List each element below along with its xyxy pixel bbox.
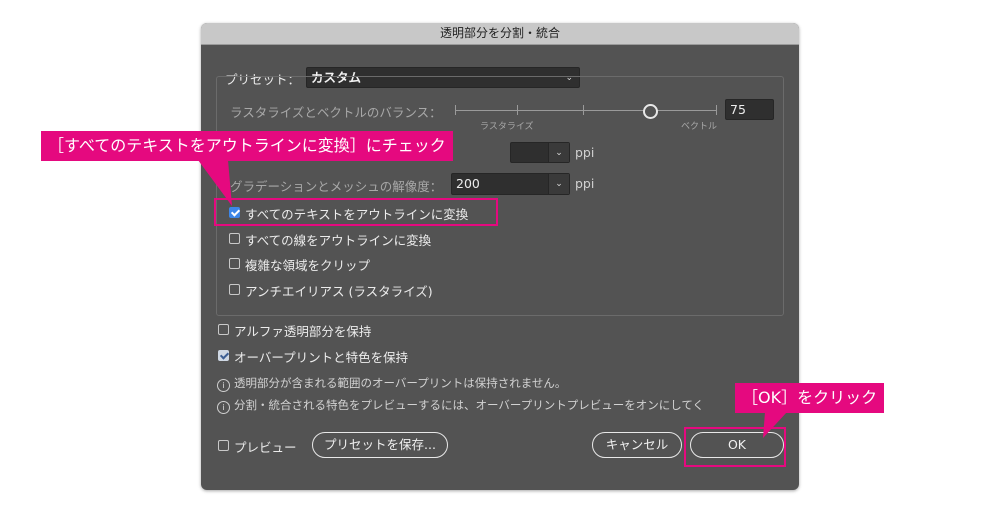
antialias-checkbox[interactable] — [229, 284, 240, 295]
gradient-resolution-value: 200 — [456, 176, 480, 191]
callout-ok: ［OK］をクリック — [735, 383, 885, 413]
callout-outline-text: ［すべてのテキストをアウトラインに変換］にチェック — [41, 131, 453, 161]
highlight-ok-button — [684, 427, 786, 467]
chevron-down-icon: ⌄ — [548, 174, 569, 194]
gradient-resolution-select[interactable]: 200 ⌄ — [451, 173, 570, 195]
chevron-down-icon: ⌄ — [548, 143, 569, 162]
antialias-label: アンチエイリアス (ラスタライズ) — [245, 284, 433, 299]
preview-checkbox[interactable] — [218, 440, 229, 451]
balance-value-input[interactable]: 75 — [725, 99, 774, 120]
preview-label: プレビュー — [234, 440, 297, 455]
slider-tick — [716, 105, 717, 115]
text-resolution-select[interactable]: ⌄ — [510, 142, 570, 163]
balance-value: 75 — [730, 102, 746, 117]
outline-strokes-checkbox[interactable] — [229, 233, 240, 244]
clip-complex-checkbox[interactable] — [229, 258, 240, 269]
cancel-button[interactable]: キャンセル — [592, 432, 682, 458]
slider-tick — [455, 105, 456, 115]
info-text-2: 分割・統合される特色をプレビューするには、オーバープリントプレビューをオンにして… — [234, 398, 704, 412]
balance-slider-thumb[interactable] — [643, 104, 658, 119]
balance-label: ラスタライズとベクトルのバランス： — [230, 105, 442, 120]
slider-tick — [583, 105, 584, 115]
balance-right-label: ベクトル — [681, 122, 718, 132]
preserve-alpha-checkbox[interactable] — [218, 324, 229, 335]
save-preset-button[interactable]: プリセットを保存... — [312, 432, 448, 458]
text-resolution-unit: ppi — [575, 145, 595, 160]
preserve-alpha-label: アルファ透明部分を保持 — [234, 324, 372, 339]
info-icon: i — [217, 379, 230, 392]
balance-left-label: ラスタライズ — [480, 122, 534, 132]
info-message-1: i 透明部分が含まれる範囲のオーバープリントは保持されません。 — [217, 375, 566, 392]
info-icon: i — [217, 401, 230, 414]
gradient-resolution-unit: ppi — [575, 176, 595, 191]
preserve-overprint-label: オーバープリントと特色を保持 — [234, 350, 409, 365]
flatten-transparency-dialog: 透明部分を分割・統合 プリセット： カスタム ⌄ ラスタライズとベクトルのバラン… — [201, 23, 799, 490]
preserve-overprint-checkbox[interactable] — [218, 350, 229, 361]
gradient-resolution-label: グラデーションとメッシュの解像度： — [230, 179, 443, 194]
info-text-1: 透明部分が含まれる範囲のオーバープリントは保持されません。 — [234, 376, 567, 390]
clip-complex-label: 複雑な領域をクリップ — [245, 258, 371, 273]
info-message-2: i 分割・統合される特色をプレビューするには、オーバープリントプレビューをオンにし… — [217, 397, 704, 414]
dialog-title: 透明部分を分割・統合 — [201, 23, 799, 45]
outline-strokes-label: すべての線をアウトラインに変換 — [245, 233, 432, 248]
slider-tick — [517, 105, 518, 115]
balance-slider-track[interactable] — [455, 110, 717, 111]
highlight-outline-text-option — [214, 198, 498, 226]
